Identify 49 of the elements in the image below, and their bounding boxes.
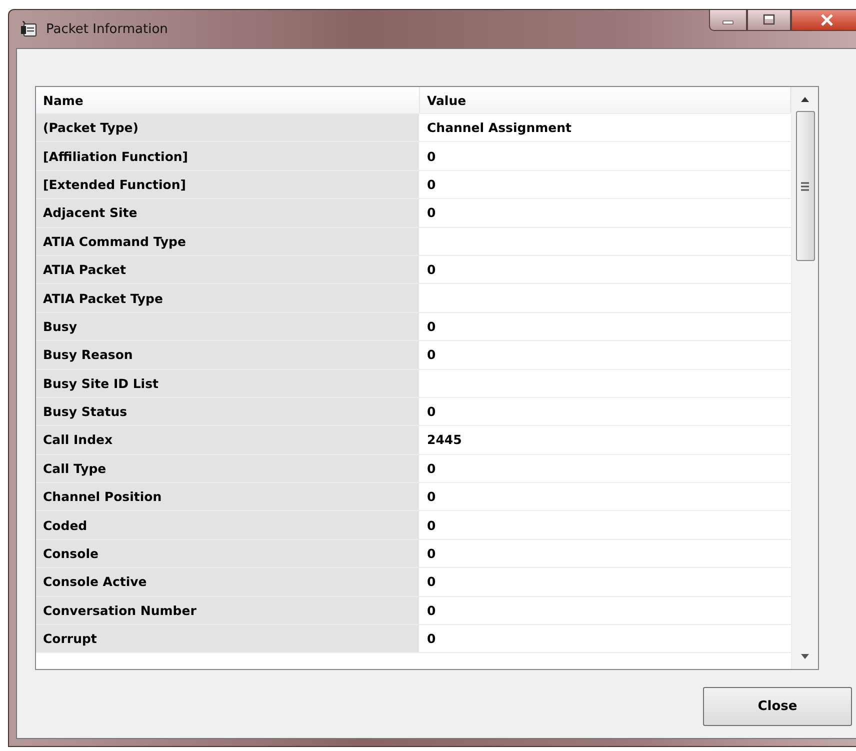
scroll-up-icon[interactable]	[800, 96, 810, 102]
property-value: 0	[427, 546, 436, 562]
property-name: ATIA Command Type	[36, 228, 420, 255]
property-value: 2445	[427, 432, 462, 448]
property-name: [Affiliation Function]	[36, 142, 420, 170]
property-name: Busy Reason	[36, 341, 420, 369]
property-name: ATIA Packet	[36, 256, 420, 284]
property-name: Busy Status	[36, 398, 420, 426]
property-name: ATIA Packet Type	[36, 284, 420, 312]
maximize-icon	[762, 14, 776, 26]
property-name: Coded	[36, 511, 420, 539]
property-value: 0	[427, 205, 436, 220]
close-icon	[819, 13, 835, 27]
property-name: Conversation Number	[36, 596, 420, 624]
property-name: Console	[36, 540, 420, 568]
property-name: Busy Site ID List	[36, 370, 420, 397]
minimize-button[interactable]	[709, 10, 747, 31]
property-value: 0	[427, 602, 436, 618]
radio-icon	[20, 21, 38, 37]
column-header[interactable]: Name	[36, 87, 420, 113]
property-name: Busy	[36, 312, 420, 340]
property-value: 0	[427, 148, 436, 164]
window-title: Packet Information	[46, 22, 168, 36]
property-value: 0	[427, 262, 436, 278]
property-value: 0	[427, 404, 436, 420]
property-value: 0	[427, 176, 436, 192]
close-button[interactable]	[791, 10, 856, 31]
column-header[interactable]: Value	[420, 87, 791, 113]
property-name: Channel Position	[36, 483, 420, 510]
maximize-button[interactable]	[747, 10, 791, 31]
scroll-down-icon[interactable]	[800, 654, 810, 660]
property-value: 0	[427, 518, 436, 533]
property-name: Console Active	[36, 568, 420, 596]
close-dialog-button[interactable]: Close	[703, 687, 852, 726]
property-value: 0	[427, 631, 436, 646]
property-value: 0	[427, 318, 436, 334]
property-value: 0	[427, 347, 436, 362]
vertical-scrollbar[interactable]	[791, 87, 818, 669]
scrollbar-thumb[interactable]	[796, 111, 814, 261]
property-name: Call Type	[36, 454, 420, 482]
property-value: 0	[427, 574, 436, 590]
property-name: Adjacent Site	[36, 199, 420, 227]
property-value: Channel Assignment	[427, 120, 572, 136]
property-name: Call Index	[36, 426, 420, 454]
property-name: (Packet Type)	[36, 114, 420, 142]
property-name: Corrupt	[36, 625, 420, 652]
property-value: 0	[427, 489, 436, 504]
property-name: [Extended Function]	[36, 170, 420, 198]
property-value: 0	[427, 460, 436, 476]
